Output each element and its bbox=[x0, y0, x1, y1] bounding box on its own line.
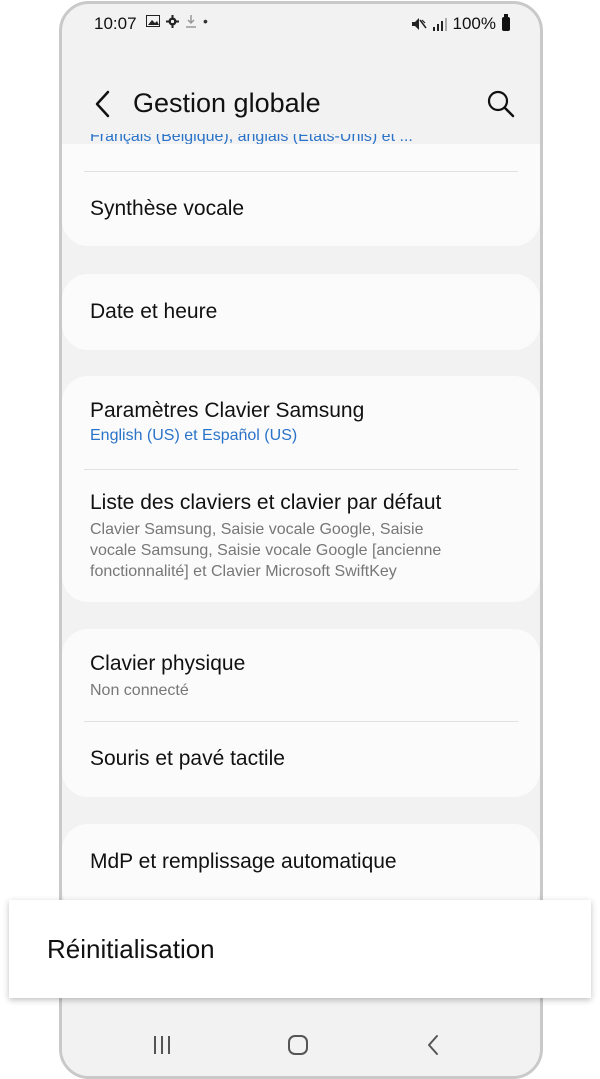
status-bar: 10:07 • 100% bbox=[62, 4, 540, 44]
search-icon[interactable] bbox=[484, 87, 518, 121]
dot-icon: • bbox=[203, 13, 208, 29]
liste-claviers-label: Liste des claviers et clavier par défaut bbox=[90, 491, 442, 514]
list-item-clavier-physique[interactable]: Clavier physique Non connecté bbox=[90, 652, 516, 701]
synthese-vocale-label: Synthèse vocale bbox=[90, 197, 245, 220]
mdp-label: MdP et remplissage automatique bbox=[90, 850, 397, 873]
card-language bbox=[62, 144, 540, 246]
list-item-clavier-samsung[interactable]: Paramètres Clavier Samsung English (US) … bbox=[90, 399, 516, 445]
language-subtitle-cut: Français (Belgique), anglais (États-Unis… bbox=[90, 134, 413, 144]
recent-apps-icon[interactable] bbox=[147, 1030, 177, 1060]
battery-icon bbox=[502, 14, 510, 31]
divider bbox=[84, 469, 518, 470]
mute-icon bbox=[411, 18, 427, 30]
list-item-liste-claviers[interactable]: Liste des claviers et clavier par défaut… bbox=[90, 491, 516, 582]
list-item-synthese-vocale[interactable]: Synthèse vocale bbox=[90, 197, 516, 221]
page-title: Gestion globale bbox=[133, 88, 321, 118]
gear-icon bbox=[166, 14, 179, 28]
divider bbox=[84, 721, 518, 722]
download-icon bbox=[186, 14, 196, 28]
list-item-mdp[interactable]: MdP et remplissage automatique bbox=[90, 850, 516, 874]
souris-label: Souris et pavé tactile bbox=[90, 747, 285, 770]
divider bbox=[84, 171, 518, 172]
highlighted-item-reinitialisation[interactable]: Réinitialisation bbox=[9, 900, 591, 998]
date-heure-label: Date et heure bbox=[90, 300, 218, 323]
clavier-physique-subtitle: Non connecté bbox=[90, 682, 189, 699]
clavier-physique-label: Clavier physique bbox=[90, 652, 246, 675]
list-item-date-heure[interactable]: Date et heure bbox=[90, 300, 516, 324]
clavier-samsung-label: Paramètres Clavier Samsung bbox=[90, 399, 365, 422]
reinitialisation-label: Réinitialisation bbox=[47, 934, 215, 964]
clavier-samsung-subtitle: English (US) et Español (US) bbox=[90, 427, 298, 444]
back-arrow-icon[interactable] bbox=[86, 86, 122, 122]
liste-claviers-subtitle: Clavier Samsung, Saisie vocale Google, S… bbox=[90, 521, 442, 580]
back-icon[interactable] bbox=[419, 1030, 449, 1060]
home-icon[interactable] bbox=[283, 1030, 313, 1060]
app-header: Gestion globale bbox=[62, 74, 540, 134]
battery-text: 100% bbox=[452, 14, 496, 33]
signal-icon bbox=[432, 17, 447, 31]
navigation-bar bbox=[62, 1016, 540, 1076]
list-item-souris[interactable]: Souris et pavé tactile bbox=[90, 747, 516, 771]
status-time: 10:07 bbox=[94, 14, 137, 33]
image-icon bbox=[146, 15, 160, 27]
